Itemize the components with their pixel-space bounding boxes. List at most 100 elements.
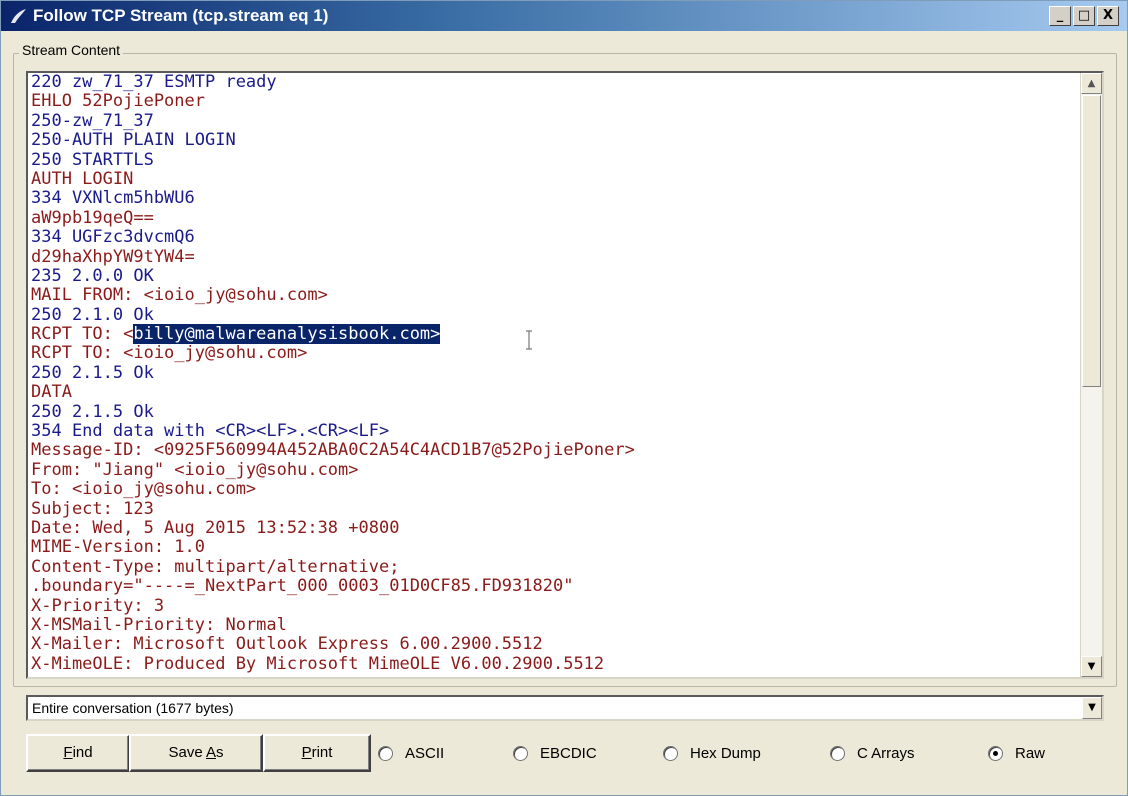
stream-line-text: 235 2.0.0 OK (31, 265, 154, 286)
stream-line: X-Priority: 3 (31, 595, 1081, 616)
scroll-down-arrow-icon[interactable]: ▼ (1081, 656, 1102, 677)
conversation-select-value: Entire conversation (1677 bytes) (32, 700, 234, 716)
stream-line: d29haXhpYW9tYW4= (31, 246, 1081, 267)
stream-line-text: RCPT TO: < (31, 324, 134, 345)
stream-line-text: DATA (31, 382, 72, 403)
stream-line: To: <ioio_jy@sohu.com> (31, 480, 1081, 499)
radio-hex-dump[interactable]: Hex Dump (663, 742, 761, 764)
ibeam-cursor-icon (526, 330, 532, 350)
stream-content-textarea[interactable]: 220 zw_71_37 ESMTP ready EHLO 52PojiePone… (26, 71, 1104, 679)
radio-hex-dump-circle[interactable] (663, 745, 678, 761)
stream-line: RCPT TO: <ioio_jy@sohu.com> (31, 344, 1081, 363)
stream-line-text: 250 2.1.0 Ok (31, 304, 154, 325)
stream-line: Subject: 123 (31, 498, 1081, 519)
stream-line: AUTH LOGIN (31, 168, 1081, 189)
radio-ascii[interactable]: ASCII (378, 742, 444, 764)
stream-line-text: Date: Wed, 5 Aug 2015 13:52:38 +0800 (31, 517, 400, 538)
follow-tcp-stream-window: Follow TCP Stream (tcp.stream eq 1) _ □ … (0, 0, 1128, 796)
stream-line: X-MSMail-Priority: Normal (31, 614, 1081, 635)
stream-line-text: EHLO 52PojiePoner (31, 91, 205, 112)
dropdown-arrow-icon[interactable]: ▼ (1082, 697, 1102, 719)
stream-line: 235 2.0.0 OK (31, 265, 1081, 286)
stream-line: RCPT TO: <billy@malwareanalysisbook.com> (31, 324, 1081, 345)
stream-line: Message-ID: <0925F560994A452ABA0C2A54C4A… (31, 441, 1081, 460)
stream-line: DATA (31, 383, 1081, 402)
stream-line: X-Mailer: Microsoft Outlook Express 6.00… (31, 635, 1081, 654)
stream-line: 250 2.1.5 Ok (31, 401, 1081, 422)
radio-ebcdic-circle[interactable] (513, 745, 528, 761)
stream-line: 250 STARTTLS (31, 149, 1081, 170)
radio-raw-circle[interactable] (988, 745, 1003, 761)
stream-line-text: Subject: 123 (31, 498, 154, 519)
radio-ascii-label: ASCII (405, 744, 445, 762)
minimize-button[interactable]: _ (1049, 6, 1071, 26)
stream-line-text: 250 2.1.5 Ok (31, 401, 154, 422)
radio-c-arrays[interactable]: C Arrays (830, 742, 915, 764)
stream-line-text: RCPT TO: <ioio_jy@sohu.com> (31, 343, 308, 364)
window-controls: _ □ X (1049, 6, 1119, 26)
stream-line: MAIL FROM: <ioio_jy@sohu.com> (31, 286, 1081, 305)
radio-ebcdic[interactable]: EBCDIC (513, 742, 597, 764)
maximize-button[interactable]: □ (1073, 6, 1095, 26)
stream-line-text: X-Mailer: Microsoft Outlook Express 6.00… (31, 634, 543, 655)
stream-line: Date: Wed, 5 Aug 2015 13:52:38 +0800 (31, 517, 1081, 538)
stream-line: .boundary="----=_NextPart_000_0003_01D0C… (31, 576, 1081, 597)
stream-line: MIME-Version: 1.0 (31, 538, 1081, 557)
save-as-button[interactable]: Save As (129, 734, 263, 772)
stream-line-text: 250-zw_71_37 (31, 110, 154, 131)
stream-line-text: X-MSMail-Priority: Normal (31, 614, 287, 635)
vertical-scrollbar[interactable]: ▲ ▼ (1080, 73, 1102, 677)
radio-hex-dump-label: Hex Dump (690, 744, 761, 762)
scroll-up-arrow-icon[interactable]: ▲ (1081, 73, 1102, 94)
stream-line: 334 VXNlcm5hbWU6 (31, 189, 1081, 208)
stream-line-text: 220 zw_71_37 ESMTP ready (31, 72, 277, 92)
stream-line: Content-Type: multipart/alternative; (31, 556, 1081, 577)
stream-line-text: 334 VXNlcm5hbWU6 (31, 188, 195, 209)
stream-line: aW9pb19qeQ== (31, 207, 1081, 228)
stream-line-text: 250-AUTH PLAIN LOGIN (31, 130, 236, 151)
stream-line-text: Content-Type: multipart/alternative; (31, 556, 400, 577)
print-button[interactable]: Print (263, 734, 371, 772)
scroll-thumb[interactable] (1082, 95, 1101, 387)
stream-line: 250 2.1.0 Ok (31, 304, 1081, 325)
stream-line-text: 334 UGFzc3dvcmQ6 (31, 227, 195, 248)
stream-line: 220 zw_71_37 ESMTP ready (31, 73, 1081, 92)
find-button[interactable]: Find (26, 734, 130, 772)
wireshark-fin-icon (11, 9, 26, 23)
selected-text: billy@malwareanalysisbook.com> (133, 324, 441, 345)
conversation-select[interactable]: Entire conversation (1677 bytes) ▼ (26, 695, 1104, 721)
stream-line: X-MimeOLE: Produced By Microsoft MimeOLE… (31, 653, 1081, 674)
stream-line: 334 UGFzc3dvcmQ6 (31, 227, 1081, 248)
stream-line: 250-AUTH PLAIN LOGIN (31, 130, 1081, 151)
window-title: Follow TCP Stream (tcp.stream eq 1) (33, 6, 329, 25)
stream-line-text: MIME-Version: 1.0 (31, 537, 205, 558)
stream-line-text: Message-ID: <0925F560994A452ABA0C2A54C4A… (31, 440, 635, 461)
radio-c-arrays-label: C Arrays (857, 744, 915, 762)
stream-line: EHLO 52PojiePoner (31, 92, 1081, 111)
stream-line-text: .boundary="----=_NextPart_000_0003_01D0C… (31, 576, 574, 597)
stream-content-label: Stream Content (19, 42, 124, 58)
stream-line-text: d29haXhpYW9tYW4= (31, 246, 195, 267)
radio-ascii-circle[interactable] (378, 745, 393, 761)
stream-line-text: aW9pb19qeQ== (31, 207, 154, 228)
stream-line-text: 250 STARTTLS (31, 149, 154, 170)
stream-line-text: MAIL FROM: <ioio_jy@sohu.com> (31, 285, 328, 306)
radio-raw[interactable]: Raw (988, 742, 1045, 764)
radio-raw-label: Raw (1015, 744, 1046, 762)
stream-line-text: 354 End data with <CR><LF>.<CR><LF> (31, 421, 390, 442)
radio-c-arrays-circle[interactable] (830, 745, 845, 761)
stream-line: 250 2.1.5 Ok (31, 362, 1081, 383)
stream-line-text: AUTH LOGIN (31, 168, 134, 189)
stream-text[interactable]: 220 zw_71_37 ESMTP ready EHLO 52PojiePone… (31, 73, 1081, 674)
title-bar[interactable]: Follow TCP Stream (tcp.stream eq 1) _ □ … (1, 1, 1127, 31)
stream-line-text: X-MimeOLE: Produced By Microsoft MimeOLE… (31, 653, 605, 674)
stream-line: From: "Jiang" <ioio_jy@sohu.com> (31, 459, 1081, 480)
close-button[interactable]: X (1097, 6, 1119, 26)
stream-line-text: From: "Jiang" <ioio_jy@sohu.com> (31, 459, 359, 480)
stream-line-text: 250 2.1.5 Ok (31, 362, 154, 383)
stream-line: 354 End data with <CR><LF>.<CR><LF> (31, 421, 1081, 442)
stream-line-text: X-Priority: 3 (31, 595, 165, 616)
radio-ebcdic-label: EBCDIC (540, 744, 597, 762)
stream-line-text: To: <ioio_jy@sohu.com> (31, 479, 257, 500)
stream-line: 250-zw_71_37 (31, 110, 1081, 131)
